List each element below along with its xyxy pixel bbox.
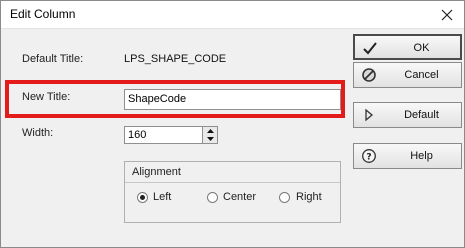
selected-dot [140, 195, 145, 200]
default-title-label: Default Title: [22, 53, 84, 65]
svg-text:?: ? [366, 153, 371, 163]
help-icon: ? [362, 149, 376, 163]
checkmark-icon [363, 42, 377, 55]
default-label: Default [404, 109, 439, 121]
ok-label: OK [413, 42, 430, 54]
align-right-label: Right [296, 191, 322, 203]
align-center-label: Center [223, 191, 257, 203]
window-title: Edit Column [10, 7, 76, 21]
width-label: Width: [22, 127, 54, 139]
alignment-group: Alignment Left Center Right [124, 161, 341, 223]
spin-down-button[interactable] [203, 135, 217, 143]
help-button[interactable]: ? Help [353, 143, 462, 169]
align-left-label: Left [153, 191, 172, 203]
alignment-divider [125, 182, 340, 183]
default-title-value: LPS_SHAPE_CODE [124, 53, 227, 65]
spin-up-icon [206, 129, 214, 133]
play-arrow-icon [365, 108, 374, 122]
spin-down-icon [206, 137, 214, 141]
width-spinner [202, 126, 218, 144]
alignment-label: Alignment [132, 166, 181, 178]
width-input[interactable]: 160 [124, 126, 203, 144]
align-left-radio[interactable] [137, 192, 148, 203]
close-icon [441, 9, 453, 20]
align-center-radio[interactable] [207, 192, 218, 203]
help-label: Help [410, 150, 433, 162]
align-right-radio[interactable] [279, 192, 290, 203]
spin-up-button[interactable] [203, 127, 217, 135]
close-button[interactable] [430, 1, 464, 28]
title-bar: Edit Column [1, 1, 464, 29]
edit-column-dialog: Edit Column Default Title: LPS_SHAPE_COD… [0, 0, 465, 248]
cancel-icon [362, 68, 376, 82]
cancel-label: Cancel [404, 69, 439, 81]
cancel-button[interactable]: Cancel [353, 62, 462, 88]
new-title-highlight-box [5, 80, 345, 118]
ok-button[interactable]: OK [353, 34, 462, 60]
default-button[interactable]: Default [353, 102, 462, 128]
